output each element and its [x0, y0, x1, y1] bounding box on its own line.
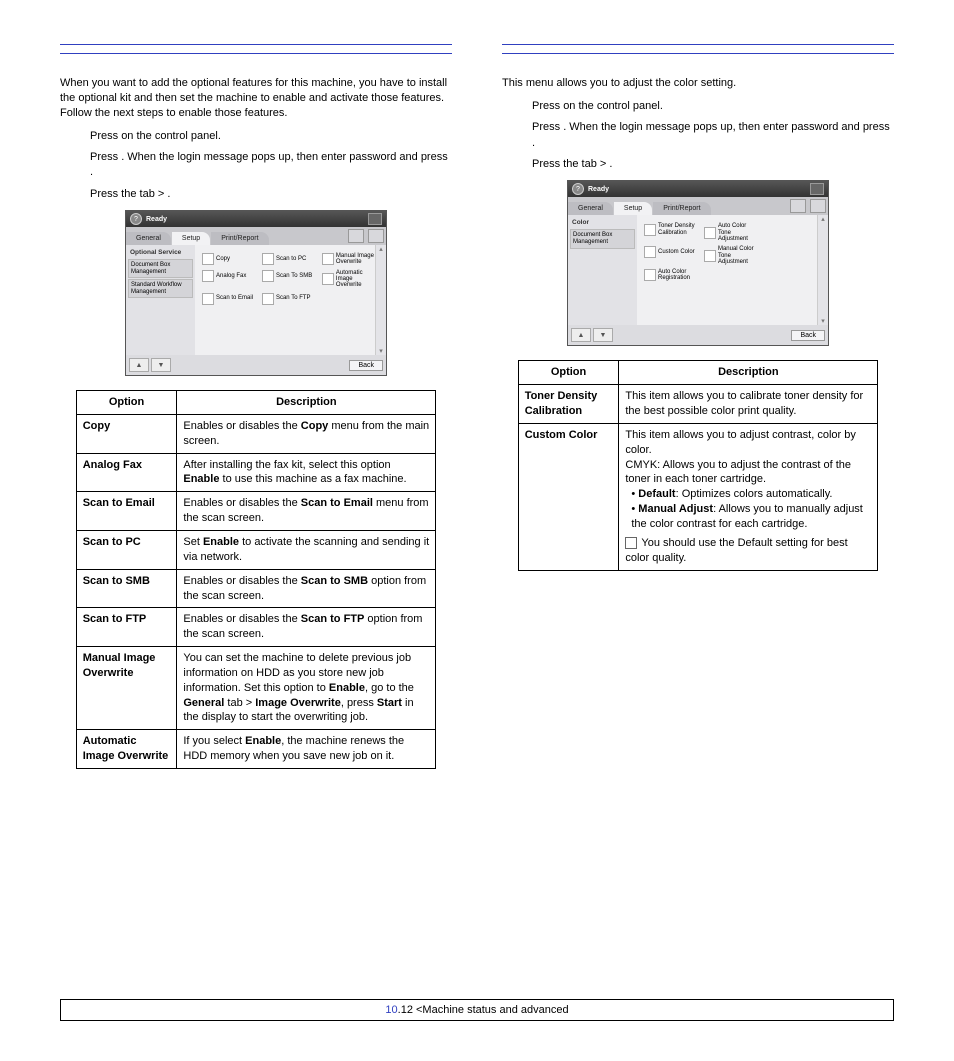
th-desc: Description: [619, 361, 878, 385]
t: . When the login message pops up, then e…: [121, 151, 448, 163]
breadcrumb: <Machine status and advanced: [413, 1004, 569, 1016]
side-header: Optional Service: [128, 247, 193, 258]
opt-manual-overwrite: Manual Image Overwrite: [76, 647, 177, 730]
t: Press the: [90, 188, 140, 200]
right-step-3: 3 Press the tab > .: [516, 157, 894, 172]
desc-copy: Enables or disables the Copy menu from t…: [177, 414, 436, 453]
side-header: Color: [570, 217, 635, 228]
tab-general[interactable]: General: [568, 202, 613, 215]
tab-general[interactable]: General: [126, 232, 171, 245]
side-docbox[interactable]: Document Box Management: [570, 229, 635, 248]
cell-analog-fax[interactable]: Analog Fax: [202, 270, 258, 282]
t: Press: [90, 151, 121, 163]
top-icon[interactable]: [810, 183, 824, 195]
page-sub: .12: [398, 1004, 413, 1016]
grid-icon[interactable]: [348, 229, 364, 243]
tab-setup[interactable]: Setup: [172, 232, 210, 245]
desc-scan-ftp: Enables or disables the Scan to FTP opti…: [177, 608, 436, 647]
cell-manual-img[interactable]: Manual Image Overwrite: [322, 253, 378, 266]
cell-manual-color-tone[interactable]: Manual Color Tone Adjustment: [704, 246, 760, 265]
home-icon[interactable]: [368, 229, 384, 243]
ready-label: Ready: [588, 186, 609, 193]
nav-down[interactable]: ▼: [593, 328, 613, 342]
side-workflow[interactable]: Standard Workflow Management: [128, 279, 193, 298]
cell-auto-img[interactable]: Automatic Image Overwrite: [322, 270, 378, 289]
left-description-table: Option Description Copy Enables or disab…: [76, 390, 437, 769]
tab-print-report[interactable]: Print/Report: [211, 232, 268, 245]
left-step-3: 3 Press the tab > .: [74, 187, 452, 202]
t: Press: [90, 130, 121, 142]
note-icon: [625, 537, 641, 549]
th-option: Option: [76, 391, 177, 415]
opt-scan-email: Scan to Email: [76, 492, 177, 531]
right-description-table: Option Description Toner Density Calibra…: [518, 360, 879, 570]
right-step-2: 2 Press . When the login message pops up…: [516, 120, 894, 151]
cell-toner-density[interactable]: Toner Density Calibration: [644, 223, 700, 236]
top-icon[interactable]: [368, 213, 382, 225]
opt-copy: Copy: [76, 414, 177, 453]
page-footer: 10.12 <Machine status and advanced: [60, 999, 894, 1021]
cell-scan-email[interactable]: Scan to Email: [202, 293, 258, 305]
cell-custom-color[interactable]: Custom Color: [644, 246, 700, 258]
nav-up[interactable]: ▲: [571, 328, 591, 342]
cell-copy[interactable]: Copy: [202, 253, 258, 265]
desc-analog-fax: After installing the fax kit, select thi…: [177, 453, 436, 492]
scrollbar[interactable]: ▴▾: [375, 245, 386, 355]
opt-custom-color: Custom Color: [518, 423, 619, 570]
help-icon[interactable]: ?: [130, 213, 142, 225]
opt-scan-ftp: Scan to FTP: [76, 608, 177, 647]
scrollbar[interactable]: ▴▾: [817, 215, 828, 325]
cell-scan-smb[interactable]: Scan To SMB: [262, 270, 318, 282]
desc-auto-overwrite: If you select Enable, the machine renews…: [177, 730, 436, 769]
desc-scan-pc: Set Enable to activate the scanning and …: [177, 531, 436, 570]
cell-scan-pc[interactable]: Scan to PC: [262, 253, 318, 265]
tab-setup[interactable]: Setup: [614, 202, 652, 215]
right-step-1: 1 Press on the control panel.: [516, 99, 894, 114]
left-step-2: 2 Press . When the login message pops up…: [74, 150, 452, 181]
tab-print-report[interactable]: Print/Report: [653, 202, 710, 215]
home-icon[interactable]: [810, 199, 826, 213]
left-step-1: 1 Press on the control panel.: [74, 129, 452, 144]
th-desc: Description: [177, 391, 436, 415]
right-intro: This menu allows you to adjust the color…: [502, 76, 894, 91]
opt-toner-density: Toner Density Calibration: [518, 385, 619, 424]
desc-custom-color: This item allows you to adjust contrast,…: [619, 423, 878, 570]
opt-scan-pc: Scan to PC: [76, 531, 177, 570]
th-option: Option: [518, 361, 619, 385]
desc-toner-density: This item allows you to calibrate toner …: [619, 385, 878, 424]
desc-scan-email: Enables or disables the Scan to Email me…: [177, 492, 436, 531]
desc-manual-overwrite: You can set the machine to delete previo…: [177, 647, 436, 730]
right-panel-screenshot: ? Ready General Setup Print/Report Color…: [567, 180, 829, 346]
help-icon[interactable]: ?: [572, 183, 584, 195]
cell-scan-ftp[interactable]: Scan To FTP: [262, 293, 318, 305]
opt-analog-fax: Analog Fax: [76, 453, 177, 492]
nav-up[interactable]: ▲: [129, 358, 149, 372]
side-docbox[interactable]: Document Box Management: [128, 259, 193, 278]
page-number: 10: [385, 1004, 397, 1016]
back-button[interactable]: Back: [791, 330, 825, 341]
t: on the control panel.: [121, 130, 221, 142]
left-intro: When you want to add the optional featur…: [60, 76, 452, 121]
nav-down[interactable]: ▼: [151, 358, 171, 372]
opt-scan-smb: Scan to SMB: [76, 569, 177, 608]
opt-auto-overwrite: Automatic Image Overwrite: [76, 730, 177, 769]
back-button[interactable]: Back: [349, 360, 383, 371]
t: .: [90, 166, 93, 178]
desc-scan-smb: Enables or disables the Scan to SMB opti…: [177, 569, 436, 608]
ready-label: Ready: [146, 216, 167, 223]
cell-auto-color-reg[interactable]: Auto Color Registration: [644, 269, 700, 282]
t: .: [167, 188, 170, 200]
grid-icon[interactable]: [790, 199, 806, 213]
t: tab >: [140, 188, 168, 200]
cell-auto-color-tone[interactable]: Auto Color Tone Adjustment: [704, 223, 760, 242]
left-panel-screenshot: ? Ready General Setup Print/Report Optio…: [125, 210, 387, 376]
